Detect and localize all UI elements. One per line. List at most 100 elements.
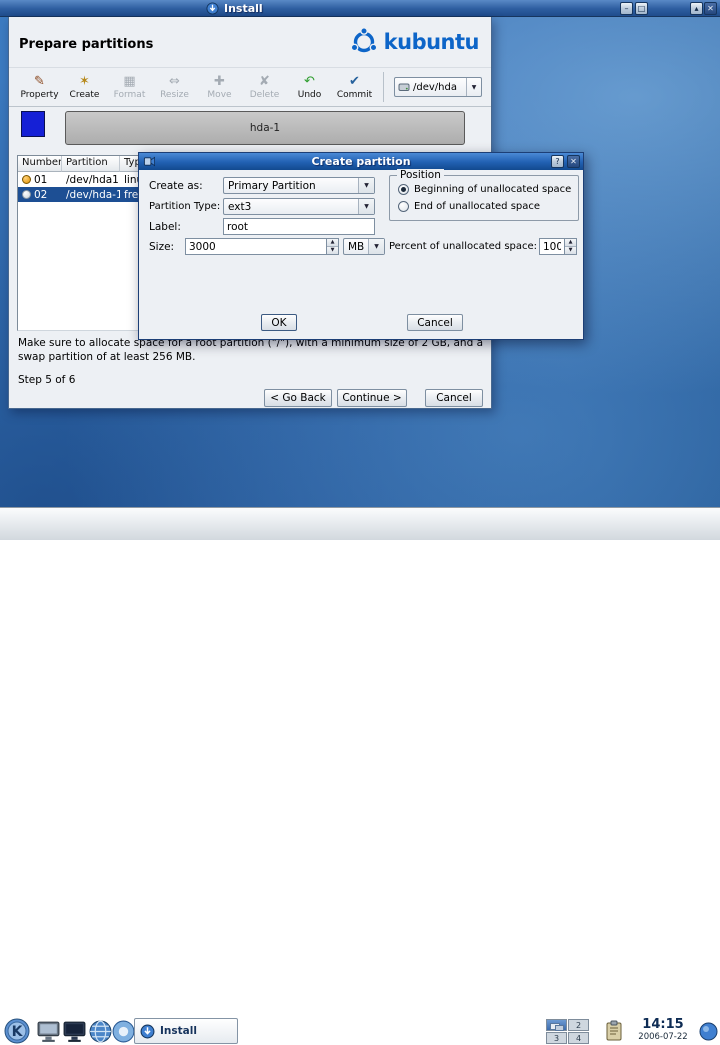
create-button[interactable]: ✶ Create <box>62 74 107 100</box>
toolbar-separator <box>383 72 384 102</box>
partition-type-select[interactable]: ext3 <box>223 198 375 215</box>
pager-desktop-2[interactable]: 2 <box>568 1019 589 1031</box>
spin-down-icon: ▼ <box>327 246 338 254</box>
tray-applet-icon[interactable] <box>699 1022 718 1041</box>
partition-icon <box>22 175 31 184</box>
device-selector[interactable]: /dev/hda <box>394 77 482 97</box>
svg-text:K: K <box>12 1024 24 1040</box>
step-label: Step 5 of 6 <box>18 374 76 386</box>
page-title: Prepare partitions <box>19 37 154 52</box>
install-window-icon <box>206 2 219 15</box>
spin-up-icon: ▲ <box>327 239 338 246</box>
size-spin-buttons[interactable]: ▲ ▼ <box>326 238 339 255</box>
create-as-label: Create as: <box>149 180 203 192</box>
disk-bar[interactable]: hda-1 <box>65 111 465 145</box>
undo-button[interactable]: ↶ Undo <box>287 74 332 100</box>
go-back-button[interactable]: < Go Back <box>264 389 332 407</box>
dialog-cancel-button[interactable]: Cancel <box>407 314 463 331</box>
help-center-icon[interactable] <box>111 1019 136 1044</box>
main-window-titlebar[interactable]: Install – □ ▴ ✕ <box>0 0 720 17</box>
shade-button[interactable]: ▴ <box>690 2 703 15</box>
desktop-pager: 2 3 4 <box>546 1019 589 1044</box>
partition-type-label: Partition Type: <box>149 201 221 212</box>
pager-desktop-3[interactable]: 3 <box>546 1032 567 1044</box>
kubuntu-logo-text: kubuntu <box>383 30 480 54</box>
spin-up-icon: ▲ <box>565 239 576 246</box>
window-title: Install <box>224 2 263 15</box>
position-group: Position Beginning of unallocated space … <box>389 169 579 221</box>
free-space-icon <box>22 190 31 199</box>
format-icon: ▦ <box>123 74 136 89</box>
chevron-down-icon <box>466 78 481 96</box>
system-icon[interactable] <box>62 1019 87 1044</box>
kmenu-button[interactable]: K <box>3 1017 31 1045</box>
position-group-label: Position <box>397 169 444 181</box>
resize-button[interactable]: ⇔ Resize <box>152 74 197 100</box>
label-input[interactable] <box>223 218 375 235</box>
create-icon: ✶ <box>79 74 90 89</box>
create-partition-dialog: Create partition ? ✕ Create as: Primary … <box>138 152 584 340</box>
install-icon <box>140 1024 155 1038</box>
dialog-close-button[interactable]: ✕ <box>567 155 580 168</box>
create-as-select[interactable]: Primary Partition <box>223 177 375 194</box>
size-label: Size: <box>149 241 175 253</box>
maximize-button[interactable]: □ <box>635 2 648 15</box>
device-selector-value: /dev/hda <box>413 81 457 93</box>
minimize-button[interactable]: – <box>620 2 633 15</box>
dialog-help-button[interactable]: ? <box>551 155 564 168</box>
hard-disk-icon <box>398 83 410 91</box>
taskbar: K Install 2 3 4 14:15 2006-07-22 <box>0 507 720 1044</box>
radio-beginning-label[interactable]: Beginning of unallocated space <box>414 184 571 195</box>
radio-beginning[interactable] <box>398 184 409 195</box>
commit-button[interactable]: ✔ Commit <box>332 74 377 100</box>
delete-icon: ✘ <box>259 74 270 89</box>
radio-end-label[interactable]: End of unallocated space <box>414 201 540 212</box>
percent-input[interactable] <box>539 238 564 255</box>
percent-spin-buttons[interactable]: ▲ ▼ <box>564 238 577 255</box>
kubuntu-logo-icon <box>350 27 378 53</box>
column-number[interactable]: Number <box>18 156 62 172</box>
format-button[interactable]: ▦ Format <box>107 74 152 100</box>
pager-desktop-1[interactable] <box>546 1019 567 1031</box>
show-desktop-icon[interactable] <box>36 1019 61 1044</box>
column-partition[interactable]: Partition <box>62 156 120 172</box>
web-browser-icon[interactable] <box>88 1019 113 1044</box>
continue-button[interactable]: Continue > <box>337 389 407 407</box>
dialog-title: Create partition <box>311 155 411 168</box>
partition-toolbar: ✎ Property ✶ Create ▦ Format ⇔ Resize ✚ … <box>9 67 491 107</box>
pager-desktop-4[interactable]: 4 <box>568 1032 589 1044</box>
percent-spinner[interactable]: ▲▼ <box>539 238 577 255</box>
chevron-down-icon <box>368 239 384 254</box>
delete-button[interactable]: ✘ Delete <box>242 74 287 100</box>
label-label: Label: <box>149 221 181 233</box>
property-button[interactable]: ✎ Property <box>17 74 62 100</box>
resize-icon: ⇔ <box>169 74 180 89</box>
chevron-down-icon <box>358 199 374 214</box>
note-text: Make sure to allocate space for a root p… <box>18 337 484 363</box>
new-partition-swatch <box>21 111 45 137</box>
spin-down-icon: ▼ <box>565 246 576 254</box>
task-button-label: Install <box>160 1025 197 1037</box>
klipper-tray-icon[interactable] <box>604 1020 624 1042</box>
install-task-button[interactable]: Install <box>134 1018 238 1044</box>
radio-end[interactable] <box>398 201 409 212</box>
move-icon: ✚ <box>214 74 225 89</box>
clock-date: 2006-07-22 <box>638 1032 688 1042</box>
size-spinner[interactable]: ▲▼ <box>185 238 339 255</box>
undo-icon: ↶ <box>304 74 315 89</box>
move-button[interactable]: ✚ Move <box>197 74 242 100</box>
size-unit-select[interactable]: MB <box>343 238 385 255</box>
wizard-cancel-button[interactable]: Cancel <box>425 389 483 407</box>
chevron-down-icon <box>358 178 374 193</box>
close-button[interactable]: ✕ <box>704 2 717 15</box>
desktop: Install – □ ▴ ✕ Prepare partitions kubun… <box>0 0 720 1044</box>
taskbar-clock[interactable]: 14:15 2006-07-22 <box>628 1017 698 1042</box>
commit-icon: ✔ <box>349 74 360 89</box>
disk-bar-label: hda-1 <box>249 122 281 134</box>
property-icon: ✎ <box>34 74 45 89</box>
kubuntu-logo: kubuntu <box>349 27 480 57</box>
ok-button[interactable]: OK <box>261 314 297 331</box>
size-input[interactable] <box>185 238 326 255</box>
dialog-titlebar[interactable]: Create partition ? ✕ <box>139 153 583 170</box>
clock-time: 14:15 <box>642 1017 684 1032</box>
